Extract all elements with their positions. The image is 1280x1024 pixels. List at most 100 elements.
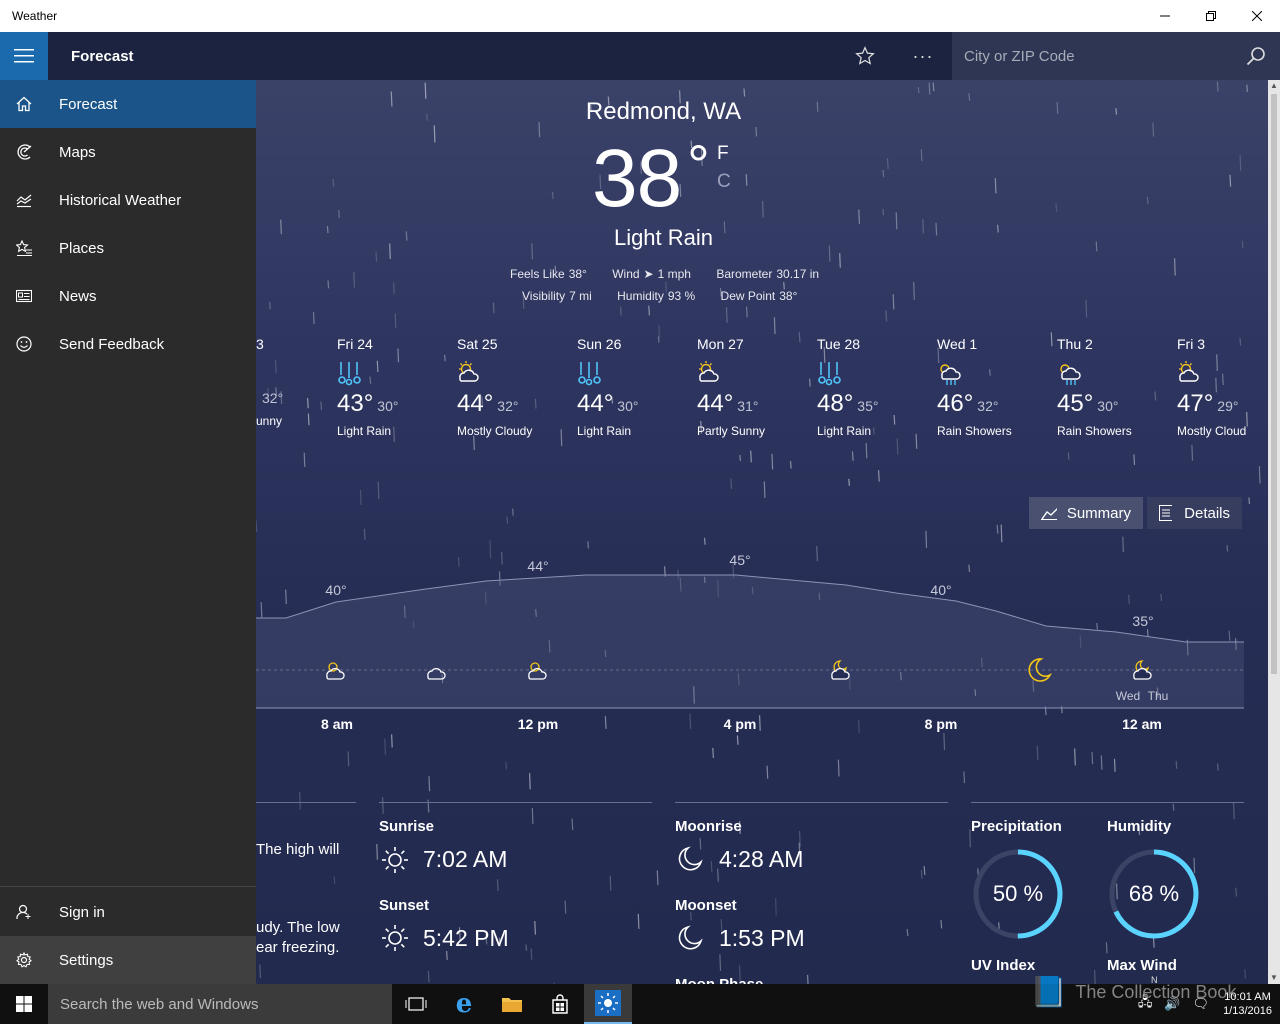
task-view-icon [405, 997, 427, 1011]
settings-button[interactable]: Settings [0, 936, 256, 984]
day-forecast[interactable]: Thu 2 45° 30° Rain Showers [1057, 336, 1177, 438]
start-button[interactable] [0, 984, 48, 1024]
taskbar-search-box[interactable]: Search the web and Windows [48, 984, 392, 1024]
store-button[interactable] [536, 984, 584, 1024]
day-low-temp: 30° [377, 398, 399, 414]
restore-button[interactable] [1188, 0, 1234, 32]
day-forecast[interactable]: Mon 27 44° 31° Partly Sunny [697, 336, 817, 438]
day-condition: Light Rain [577, 424, 632, 438]
day-name: Wed 1 [937, 336, 978, 352]
day-forecast[interactable]: Sat 25 44° 32° Mostly Cloudy [457, 336, 577, 438]
more-options-button[interactable]: ··· [894, 32, 952, 80]
day-name: Sat 25 [457, 336, 498, 352]
hourly-area [256, 575, 1244, 708]
day-forecast[interactable]: Fri 3 47° 29° Mostly Cloud [1177, 336, 1268, 438]
app-header: Forecast ··· [0, 32, 1280, 80]
gear-icon [0, 952, 48, 968]
vertical-scrollbar[interactable]: ▲ ▼ [1268, 80, 1280, 984]
sign-in-button[interactable]: Sign in [0, 888, 256, 936]
day-change-label: Wed [1116, 689, 1140, 703]
details-toggle-button[interactable]: Details [1147, 497, 1242, 529]
sunset-icon [382, 925, 408, 951]
day-low-temp: 30° [1097, 398, 1119, 414]
day-condition: Rain Showers [1057, 424, 1132, 438]
moonset-time: 1:53 PM [719, 925, 805, 951]
page-title: Forecast [71, 47, 134, 65]
file-explorer-button[interactable] [488, 984, 536, 1024]
window-title: Weather [12, 9, 58, 23]
partly-cloudy-icon [1177, 360, 1268, 388]
day-change-label: Thu [1148, 689, 1169, 703]
nav-item-places[interactable]: Places [0, 224, 256, 272]
favorite-button[interactable] [836, 32, 894, 80]
hourly-temp-label: 45° [729, 552, 750, 568]
summary-toggle-button[interactable]: Summary [1029, 497, 1143, 529]
humidity-label: Humidity [1107, 818, 1172, 835]
day-condition: Light Rain [817, 424, 872, 438]
current-temperature: 38 ° [592, 133, 710, 224]
current-condition: Light Rain [613, 225, 714, 250]
city-search-input[interactable] [964, 47, 1232, 65]
nav-item-send-feedback[interactable]: Send Feedback [0, 320, 256, 368]
edge-icon: e [455, 989, 473, 1019]
weather-app-button[interactable] [584, 984, 632, 1024]
hour-label: 12 am [1122, 716, 1162, 732]
task-view-button[interactable] [392, 984, 440, 1024]
store-icon [552, 994, 568, 1014]
close-button[interactable] [1234, 0, 1280, 32]
weather-sun-icon [595, 990, 621, 1016]
day-name: Fri 3 [1177, 336, 1205, 352]
day-forecast[interactable]: Tue 28 48° 35° Light Rain [817, 336, 937, 438]
day-name: Sun 26 [577, 336, 622, 352]
rain-showers-icon [1057, 360, 1177, 388]
hamburger-menu-button[interactable] [0, 32, 48, 80]
moonrise-time: 4:28 AM [719, 846, 804, 872]
forecast-summary-text: udy. The low [256, 919, 340, 936]
hour-label: 8 am [321, 716, 353, 732]
scrollbar-thumb[interactable] [1271, 94, 1277, 674]
hour-label: 12 pm [517, 716, 559, 732]
wind-arrow-icon: ➤ [643, 267, 654, 281]
day-forecast[interactable]: Wed 1 46° 32° Rain Showers [937, 336, 1057, 438]
day-high-temp: 44° [577, 390, 614, 417]
section-divider [379, 802, 652, 803]
forecast-summary-text: The high will [256, 841, 340, 858]
unit-celsius[interactable]: C [717, 171, 731, 193]
nav-item-forecast[interactable]: Forecast [0, 80, 256, 128]
day-name: 3 [256, 336, 264, 352]
nav-item-historical-weather[interactable]: Historical Weather [0, 176, 256, 224]
unit-fahrenheit[interactable]: F [717, 143, 729, 165]
nav-item-maps[interactable]: Maps [0, 128, 256, 176]
star-icon [855, 46, 875, 65]
news-icon [0, 289, 48, 303]
windows-logo-icon [16, 996, 32, 1012]
scroll-down-icon[interactable]: ▼ [1268, 972, 1280, 984]
folder-icon [502, 998, 522, 1012]
scroll-up-icon[interactable]: ▲ [1268, 80, 1280, 92]
day-high-temp: 47° [1177, 390, 1214, 417]
search-button[interactable] [1232, 32, 1280, 80]
moon-phase-label: Moon Phase [675, 976, 763, 984]
day-high-temp: 44° [697, 390, 734, 417]
forecast-panel: Redmond, WA 38 ° F C Light Rain Feels Lik… [256, 80, 1268, 984]
nav-item-news[interactable]: News [0, 272, 256, 320]
hourly-chart: 40° 44° 45° 40° 35° Wed Thu [256, 552, 1244, 709]
day-low-temp: 32° [977, 398, 999, 414]
edge-browser-button[interactable]: e [440, 984, 488, 1024]
precipitation-label: Precipitation [971, 818, 1062, 835]
day-name: Tue 28 [817, 336, 861, 352]
search-icon [1246, 47, 1265, 66]
day-forecast[interactable]: Fri 24 43° 30° Light Rain [337, 336, 457, 438]
day-forecast[interactable]: Sun 26 44° 30° Light Rain [577, 336, 697, 438]
sunset-time: 5:42 PM [423, 925, 509, 951]
day-low-temp: 29° [1217, 398, 1239, 414]
historical-chart-icon [0, 192, 48, 208]
minimize-button[interactable] [1142, 0, 1188, 32]
moonrise-icon [678, 846, 703, 871]
sidebar-divider [0, 886, 256, 887]
hourly-temp-label: 40° [930, 582, 951, 598]
day-condition: Mostly Cloudy [457, 424, 533, 438]
moonset-label: Moonset [675, 897, 737, 914]
day-forecast[interactable]: 3 32° unny [256, 336, 348, 428]
day-high-temp: 45° [1057, 390, 1094, 417]
